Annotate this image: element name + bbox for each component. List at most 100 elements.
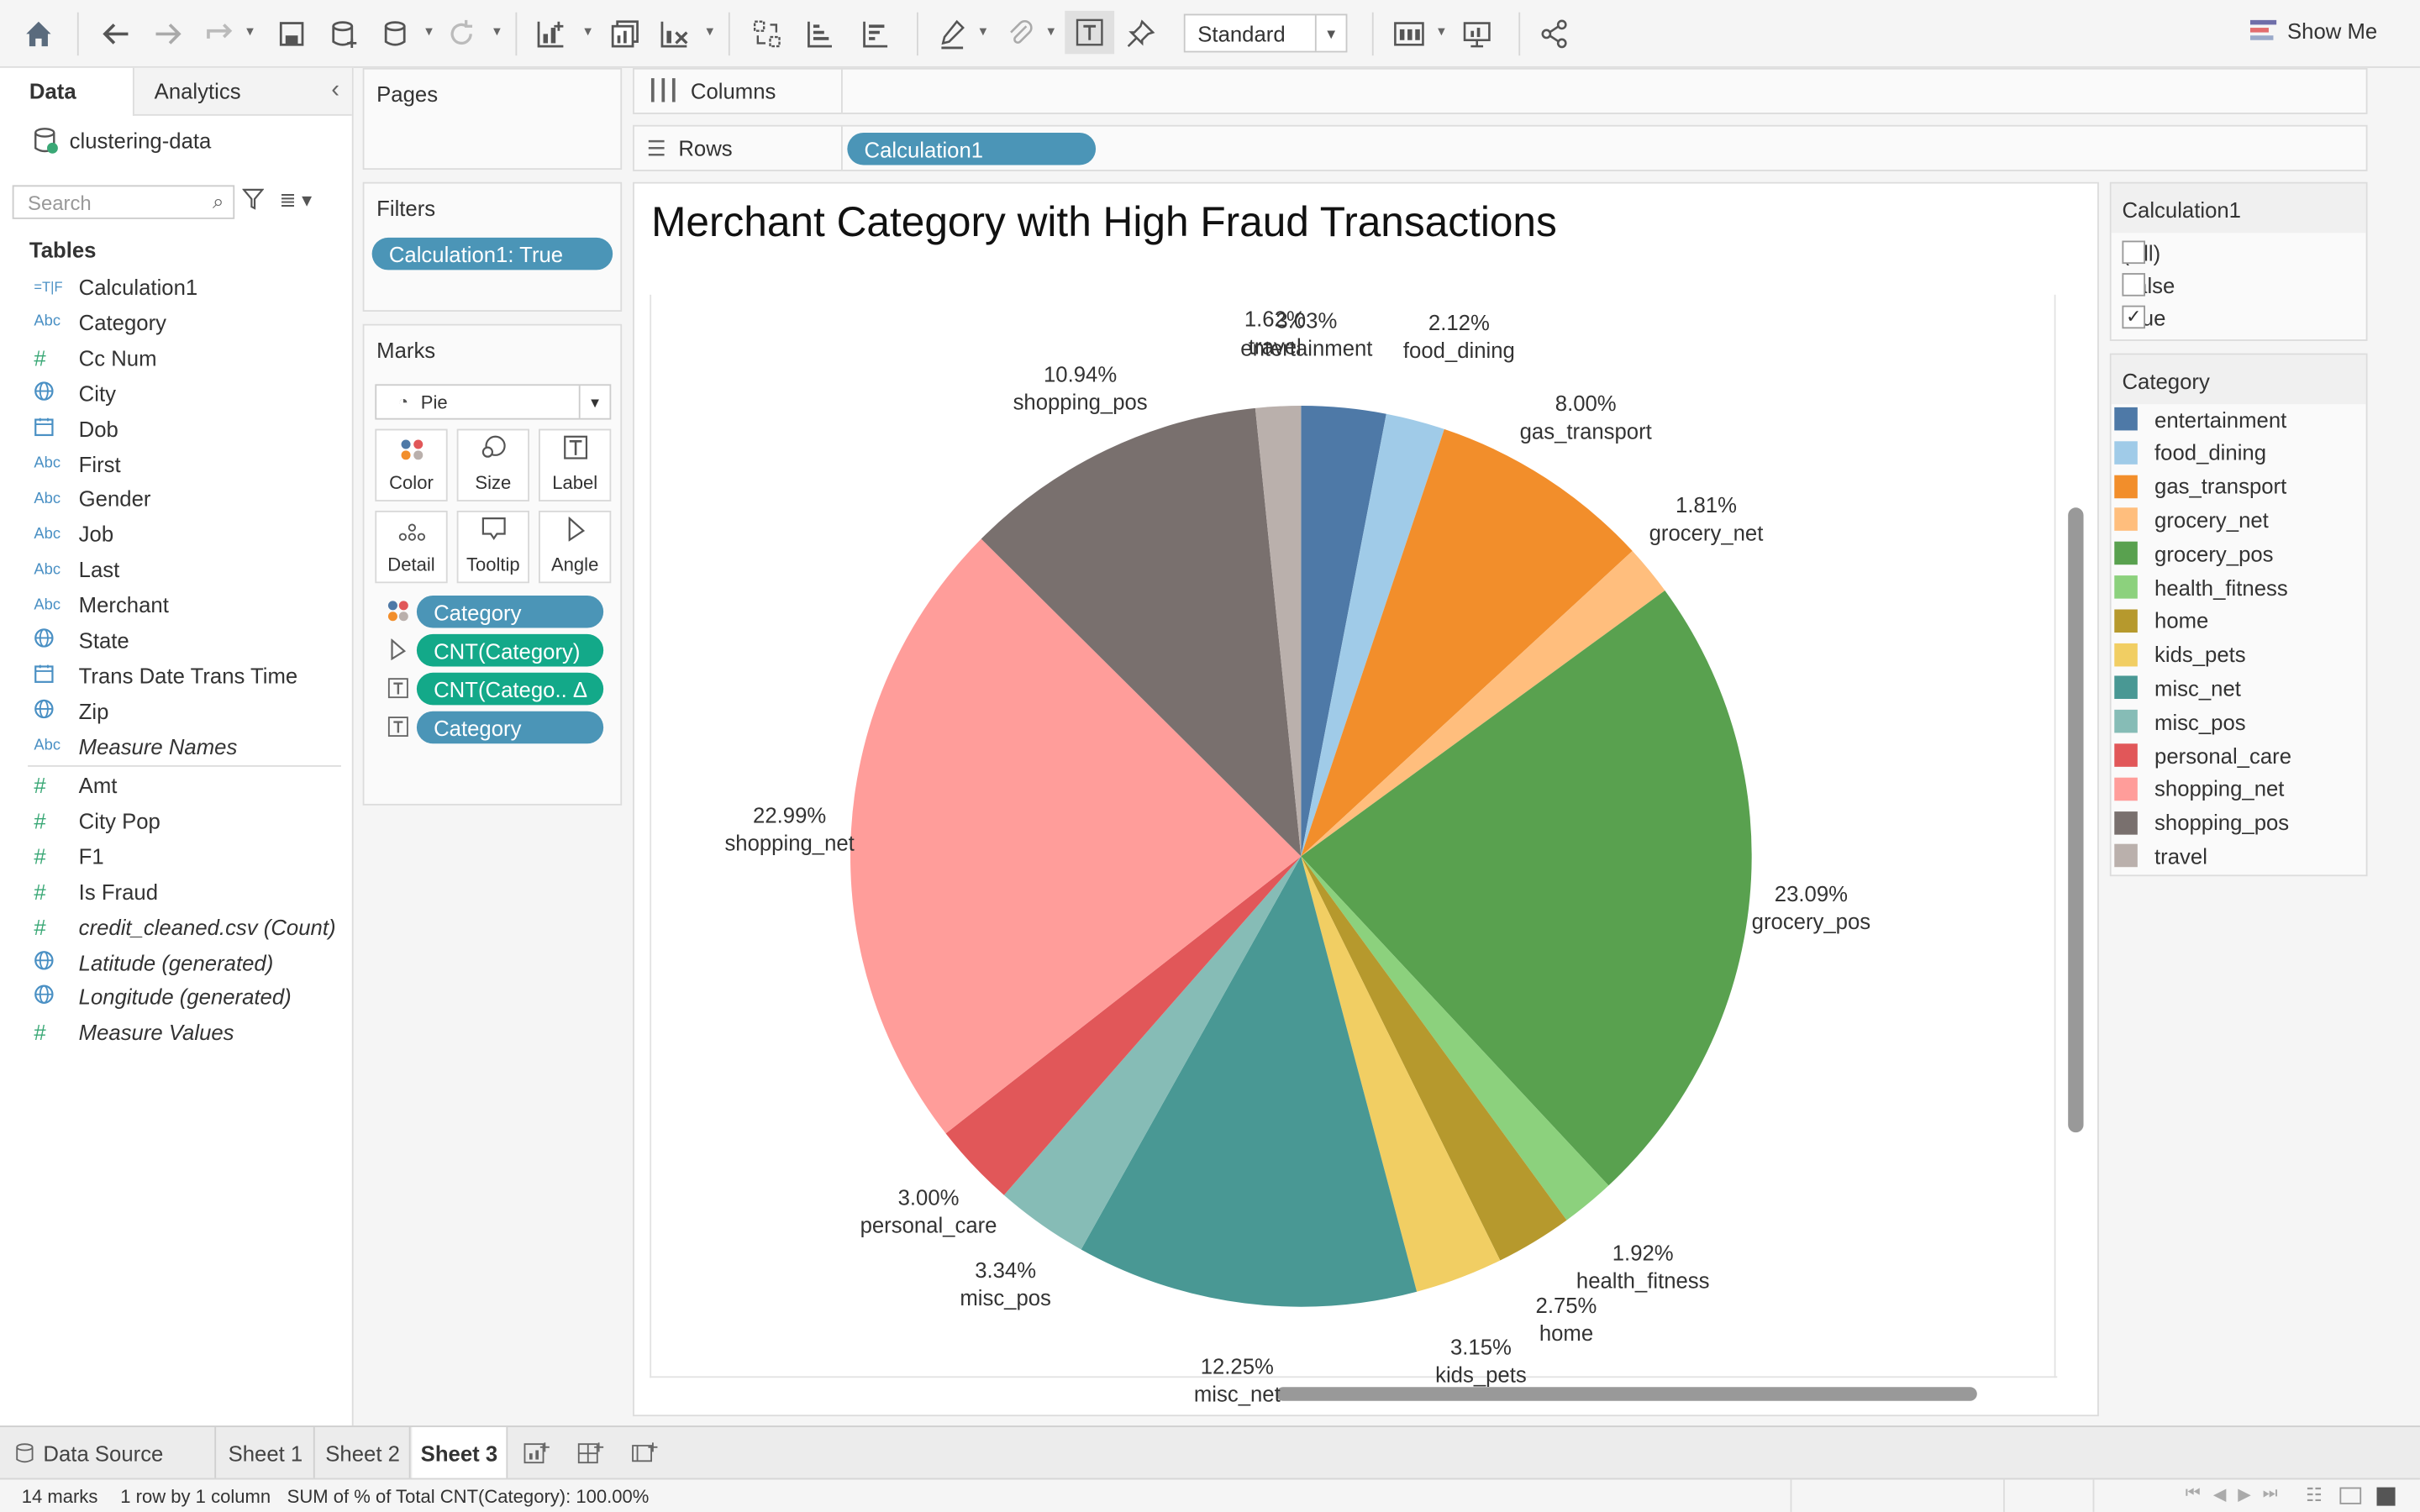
legend-item[interactable]: health_fitness xyxy=(2114,571,2288,604)
measure-item[interactable]: # credit_cleaned.csv (Count) xyxy=(0,910,352,943)
field-item[interactable]: Trans Date Trans Time xyxy=(0,659,352,692)
first-page-icon[interactable]: ⏮ xyxy=(2186,1484,2201,1504)
legend-item[interactable]: shopping_pos xyxy=(2114,806,2289,839)
refresh-icon[interactable] xyxy=(445,15,478,52)
color-button[interactable]: Color xyxy=(375,428,448,501)
measure-item[interactable]: Latitude (generated) xyxy=(0,945,352,979)
filter-option[interactable]: ✓True xyxy=(2122,301,2165,333)
measure-item[interactable]: # City Pop xyxy=(0,804,352,837)
mark-pill-color[interactable]: Category xyxy=(416,595,604,628)
legend-item[interactable]: kids_pets xyxy=(2114,638,2246,671)
collapse-pane-icon[interactable]: ‹ xyxy=(331,77,339,105)
measure-item[interactable]: # Measure Values xyxy=(0,1016,352,1049)
field-item[interactable]: =T|F Calculation1 xyxy=(0,270,352,303)
field-item[interactable]: # Cc Num xyxy=(0,341,352,375)
tab-data-source[interactable]: Data Source xyxy=(0,1426,217,1478)
field-item[interactable]: State xyxy=(0,623,352,657)
field-item[interactable]: Abc First xyxy=(0,447,352,480)
legend-item[interactable]: travel xyxy=(2114,840,2207,873)
tab-data[interactable]: Data xyxy=(0,68,133,116)
grid-view-icon[interactable]: ☷ xyxy=(2306,1484,2323,1506)
size-button[interactable]: Size xyxy=(456,428,529,501)
view-options-icon[interactable]: ≣ ▾ xyxy=(279,188,312,213)
legend-item[interactable]: gas_transport xyxy=(2114,470,2286,502)
field-item[interactable]: Zip xyxy=(0,694,352,727)
search-input[interactable]: Search ⌕ xyxy=(12,185,235,219)
last-page-icon[interactable]: ⏭ xyxy=(2263,1484,2278,1504)
datasource-item[interactable]: clustering-data xyxy=(34,127,211,155)
sort-ascending-icon[interactable] xyxy=(802,15,836,52)
field-item[interactable]: Abc Merchant xyxy=(0,588,352,622)
field-item[interactable]: Dob xyxy=(0,412,352,445)
filter-option[interactable]: (All) xyxy=(2122,236,2160,269)
swap-icon[interactable] xyxy=(750,15,784,52)
filter-pill[interactable]: Calculation1: True xyxy=(371,237,613,270)
mark-pill-label-category[interactable]: Category xyxy=(416,711,604,744)
clear-sheet-icon[interactable] xyxy=(657,15,691,52)
measure-item[interactable]: # Amt xyxy=(0,769,352,802)
new-story-tab-icon[interactable] xyxy=(619,1427,671,1478)
fit-dropdown[interactable]: Standard ▼ xyxy=(1183,13,1348,53)
field-item[interactable]: Abc Category xyxy=(0,305,352,339)
show-labels-icon[interactable] xyxy=(1065,10,1115,55)
redo-icon[interactable] xyxy=(151,15,185,52)
pause-updates-icon[interactable] xyxy=(380,15,413,52)
mark-pill-angle[interactable]: CNT(Category) xyxy=(416,633,604,667)
field-item[interactable]: City xyxy=(0,376,352,410)
prev-page-icon[interactable]: ◀ xyxy=(2213,1484,2227,1504)
legend-item[interactable]: shopping_net xyxy=(2114,773,2284,806)
tab-sheet-3[interactable]: Sheet 3 xyxy=(412,1426,508,1478)
tab-sheet-2[interactable]: Sheet 2 xyxy=(317,1426,411,1478)
checkbox[interactable] xyxy=(2122,273,2146,297)
angle-button[interactable]: Angle xyxy=(539,510,612,584)
field-item[interactable]: Abc Gender xyxy=(0,482,352,516)
fix-axes-icon[interactable] xyxy=(1123,15,1157,52)
legend-item[interactable]: home xyxy=(2114,605,2208,638)
replay-icon[interactable] xyxy=(203,15,237,52)
mark-pill-label-count[interactable]: CNT(Catego.. Δ xyxy=(416,672,604,706)
label-button[interactable]: Label xyxy=(539,428,612,501)
measure-item[interactable]: Longitude (generated) xyxy=(0,980,352,1014)
mark-type-dropdown[interactable]: ◔ Pie ▼ xyxy=(375,384,612,420)
legend-item[interactable]: entertainment xyxy=(2114,402,2286,435)
tab-analytics[interactable]: Analytics xyxy=(132,67,352,116)
undo-icon[interactable] xyxy=(99,15,133,52)
new-datasource-icon[interactable] xyxy=(327,15,360,52)
duplicate-sheet-icon[interactable] xyxy=(608,15,642,52)
share-icon[interactable] xyxy=(1537,15,1570,52)
highlight-icon[interactable] xyxy=(935,15,969,52)
legend-item[interactable]: personal_care xyxy=(2114,739,2291,772)
field-item[interactable]: Abc Last xyxy=(0,553,352,586)
new-worksheet-tab-icon[interactable] xyxy=(511,1427,563,1478)
filter-icon[interactable] xyxy=(241,188,265,214)
new-dashboard-tab-icon[interactable] xyxy=(565,1427,617,1478)
filter-option[interactable]: False xyxy=(2122,269,2175,302)
show-me-button[interactable]: Show Me xyxy=(2249,18,2377,43)
columns-shelf[interactable]: ┃┃┃ Columns xyxy=(633,67,2368,114)
legend-item[interactable]: food_dining xyxy=(2114,436,2266,469)
legend-item[interactable]: grocery_net xyxy=(2114,503,2269,536)
new-worksheet-icon[interactable] xyxy=(534,15,567,52)
save-icon[interactable] xyxy=(275,15,308,52)
field-item[interactable]: Abc Measure Names xyxy=(0,729,352,763)
sort-descending-icon[interactable] xyxy=(858,15,892,52)
filmstrip-view-icon[interactable] xyxy=(2339,1487,2362,1504)
legend-item[interactable]: grocery_pos xyxy=(2114,538,2274,570)
legend-item[interactable]: misc_pos xyxy=(2114,706,2246,738)
measure-item[interactable]: # F1 xyxy=(0,839,352,873)
checkbox[interactable] xyxy=(2122,240,2146,265)
group-members-icon[interactable] xyxy=(1003,15,1037,52)
tab-sheet-1[interactable]: Sheet 1 xyxy=(218,1426,315,1478)
checkbox[interactable]: ✓ xyxy=(2122,305,2146,329)
home-icon[interactable] xyxy=(22,15,55,52)
presentation-mode-icon[interactable] xyxy=(1460,15,1494,52)
next-page-icon[interactable]: ▶ xyxy=(2238,1484,2251,1504)
field-item[interactable]: Abc Job xyxy=(0,517,352,551)
show-cards-icon[interactable] xyxy=(1392,15,1426,52)
measure-item[interactable]: # Is Fraud xyxy=(0,874,352,908)
tab-view-icon[interactable] xyxy=(2376,1487,2396,1506)
detail-button[interactable]: Detail xyxy=(375,510,448,584)
rows-shelf[interactable]: ☰ Rows Calculation1 xyxy=(633,124,2368,171)
legend-item[interactable]: misc_net xyxy=(2114,672,2241,705)
tooltip-button[interactable]: Tooltip xyxy=(456,510,529,584)
